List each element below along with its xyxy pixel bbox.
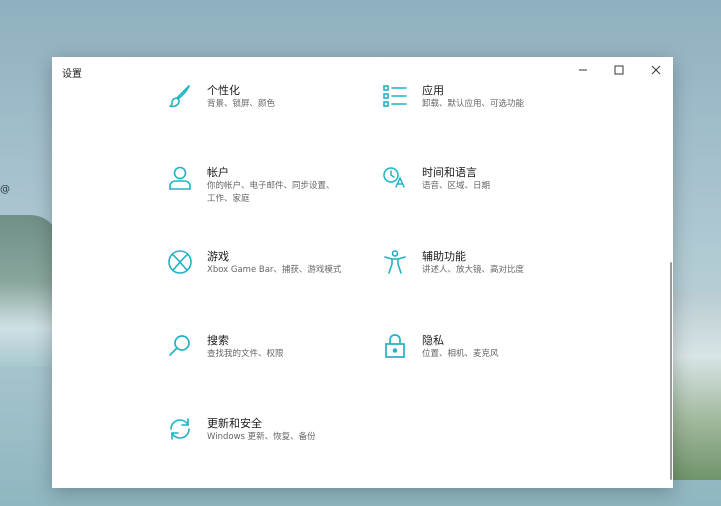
settings-item-search[interactable]: 搜索 查找我的文件、权限 (167, 333, 342, 361)
settings-item-personalization[interactable]: 个性化 背景、锁屏、颜色 (167, 83, 342, 111)
settings-item-desc: 你的帐户、电子邮件、同步设置、工作、家庭 (207, 181, 335, 204)
maximize-icon (614, 65, 624, 75)
settings-item-time-language[interactable]: 时间和语言 语音、区域、日期 (382, 165, 557, 193)
settings-item-label: 隐私 (422, 334, 444, 347)
settings-item-label: 个性化 (207, 84, 240, 97)
close-button[interactable] (648, 63, 664, 77)
settings-item-label: 搜索 (207, 334, 229, 347)
settings-item-label: 更新和安全 (207, 417, 262, 430)
desktop-edge-glyph: @ (0, 184, 10, 195)
accessibility-icon (382, 249, 408, 275)
settings-item-update-security[interactable]: 更新和安全 Windows 更新、恢复、备份 (167, 416, 342, 444)
title-bar: 设置 (52, 57, 673, 83)
close-icon (651, 65, 661, 75)
time-language-icon (382, 165, 408, 191)
sync-icon (167, 416, 193, 442)
wallpaper-hill-left (0, 215, 60, 365)
wallpaper-hill-right (671, 290, 721, 480)
window-title: 设置 (62, 69, 82, 80)
settings-item-label: 时间和语言 (422, 166, 477, 179)
settings-item-desc: 位置、相机、麦克风 (422, 349, 499, 359)
maximize-button[interactable] (611, 63, 627, 77)
apps-list-icon (382, 83, 408, 109)
lock-icon (382, 333, 408, 359)
settings-window: 设置 个性化 背景、锁屏、颜色 应用 卸载、默认应用、可选功能 帐户 你的帐户、… (52, 57, 673, 488)
settings-item-accounts[interactable]: 帐户 你的帐户、电子邮件、同步设置、工作、家庭 (167, 165, 342, 206)
settings-item-label: 帐户 (207, 166, 229, 179)
settings-item-desc: 语音、区域、日期 (422, 181, 491, 191)
person-icon (167, 165, 193, 191)
brush-icon (167, 83, 193, 109)
settings-item-label: 游戏 (207, 250, 229, 263)
settings-item-apps[interactable]: 应用 卸载、默认应用、可选功能 (382, 83, 557, 111)
minimize-button[interactable] (575, 63, 591, 77)
xbox-icon (167, 249, 193, 275)
settings-item-desc: 查找我的文件、权限 (207, 349, 284, 359)
settings-item-desc: 背景、锁屏、颜色 (207, 99, 276, 109)
minimize-icon (579, 69, 587, 71)
settings-item-desc: 讲述人、放大镜、高对比度 (422, 265, 525, 275)
settings-item-gaming[interactable]: 游戏 Xbox Game Bar、捕获、游戏模式 (167, 249, 342, 277)
settings-item-label: 应用 (422, 84, 444, 97)
settings-item-desc: Windows 更新、恢复、备份 (207, 432, 316, 442)
settings-item-accessibility[interactable]: 辅助功能 讲述人、放大镜、高对比度 (382, 249, 557, 277)
settings-item-privacy[interactable]: 隐私 位置、相机、麦克风 (382, 333, 557, 361)
settings-item-label: 辅助功能 (422, 250, 466, 263)
settings-item-desc: Xbox Game Bar、捕获、游戏模式 (207, 265, 342, 275)
settings-item-desc: 卸载、默认应用、可选功能 (422, 99, 525, 109)
scrollbar[interactable] (670, 262, 672, 480)
search-icon (167, 333, 193, 359)
